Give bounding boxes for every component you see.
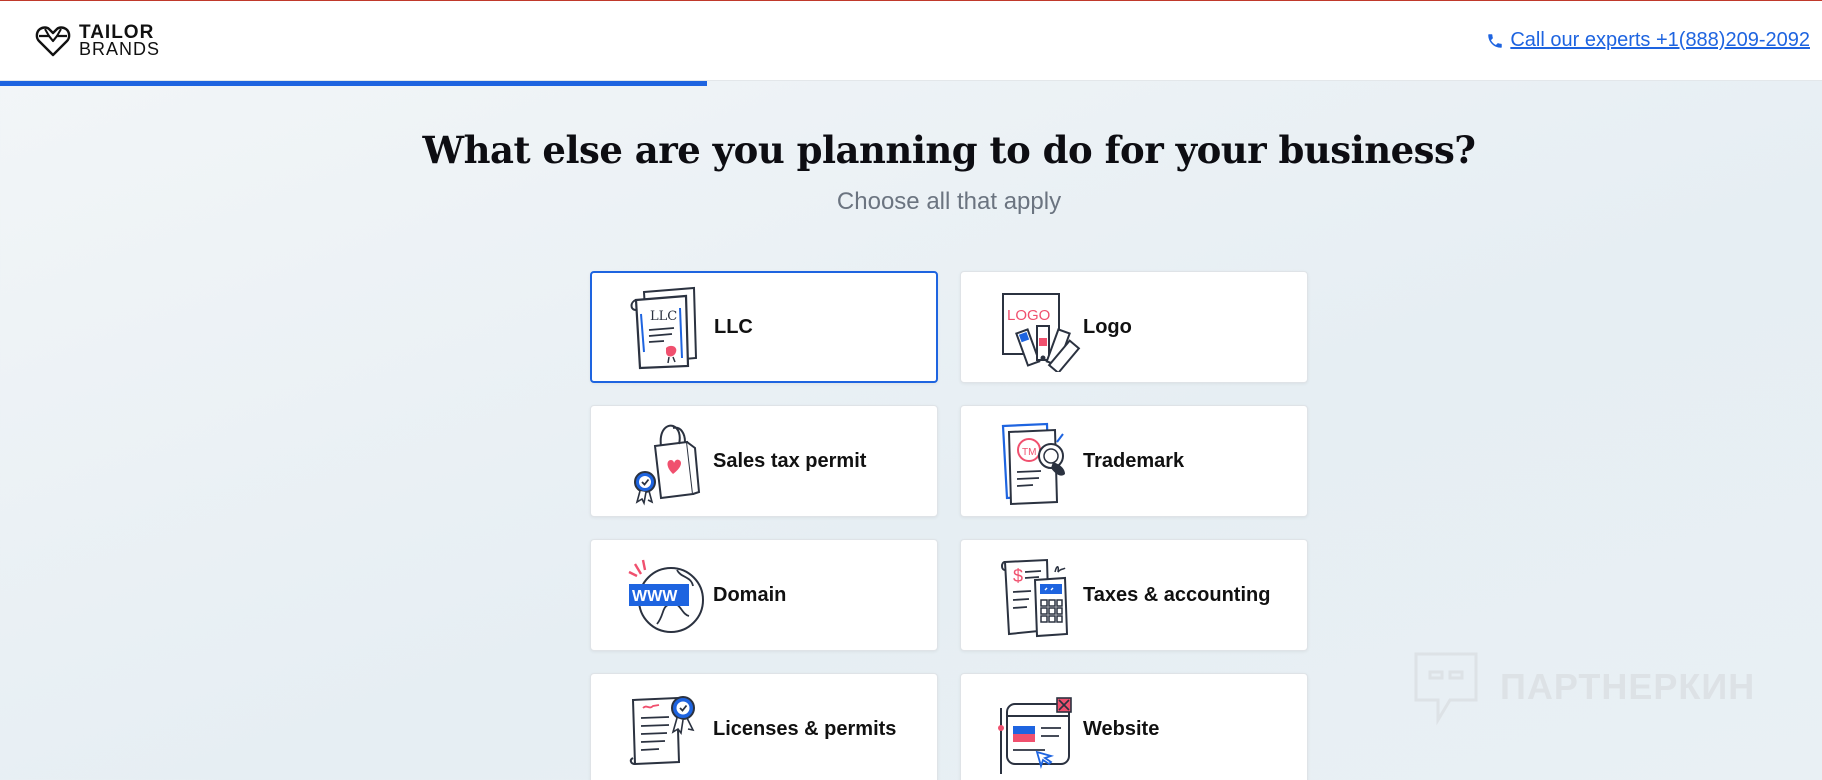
tailor-brands-logo[interactable]: TAILOR BRANDS <box>35 23 160 59</box>
logo-text-line2: BRANDS <box>79 39 161 59</box>
site-header: TAILOR BRANDS Call our experts +1(888)20… <box>0 1 1822 86</box>
option-card-llc[interactable]: LLC LLC <box>590 271 938 383</box>
svg-text:WWW: WWW <box>632 588 678 605</box>
page-title: What else are you planning to do for you… <box>422 128 1476 172</box>
svg-text:TM: TM <box>1022 447 1036 458</box>
option-card-taxes-accounting[interactable]: $ Taxes & accounting <box>960 539 1308 651</box>
progress-bar <box>0 81 1822 86</box>
option-card-licenses-permits[interactable]: Licenses & permits <box>590 673 938 780</box>
svg-text:$: $ <box>1013 566 1023 586</box>
svg-text:LLC: LLC <box>650 309 677 324</box>
chat-bubble-watermark-icon <box>1414 652 1478 726</box>
option-card-trademark[interactable]: TM Trademark <box>960 405 1308 517</box>
option-card-sales-tax-permit[interactable]: Sales tax permit <box>590 405 938 517</box>
heart-logo-icon <box>35 26 71 57</box>
option-label-trademark: Trademark <box>1083 449 1185 472</box>
option-label-website: Website <box>1083 717 1160 740</box>
www-globe-icon: WWW <box>628 559 704 633</box>
shopping-bag-icon <box>634 424 701 506</box>
llc-certificate-icon: LLC <box>630 286 698 370</box>
option-label-domain: Domain <box>713 583 787 606</box>
option-card-domain[interactable]: WWW Domain <box>590 539 938 651</box>
option-label-taxes-accounting: Taxes & accounting <box>1083 583 1271 606</box>
license-document-icon <box>629 696 695 766</box>
website-browser-icon <box>998 697 1072 774</box>
calculator-receipt-icon: $ <box>1001 558 1069 638</box>
phone-icon <box>1488 33 1503 48</box>
option-label-licenses-permits: Licenses & permits <box>713 717 897 740</box>
logo-swatches-icon: LOGO <box>1002 293 1081 372</box>
page-subtitle: Choose all that apply <box>836 188 1062 215</box>
option-label-sales-tax-permit: Sales tax permit <box>713 449 867 472</box>
option-label-logo: Logo <box>1083 315 1132 338</box>
watermark: ПАРТНЕРКИН <box>1410 648 1755 726</box>
option-card-website[interactable]: Website <box>960 673 1308 780</box>
call-experts-label: Call our experts +1(888)209-2092 <box>1510 29 1810 51</box>
option-card-logo[interactable]: LOGO Logo <box>960 271 1308 383</box>
svg-text:LOGO: LOGO <box>1007 307 1050 324</box>
option-label-llc: LLC <box>714 315 753 338</box>
trademark-stamp-icon: TM <box>1001 422 1065 506</box>
progress-bar-fill <box>0 81 707 86</box>
watermark-text: ПАРТНЕРКИН <box>1500 666 1756 707</box>
call-experts-link[interactable]: Call our experts +1(888)209-2092 <box>1486 29 1810 52</box>
